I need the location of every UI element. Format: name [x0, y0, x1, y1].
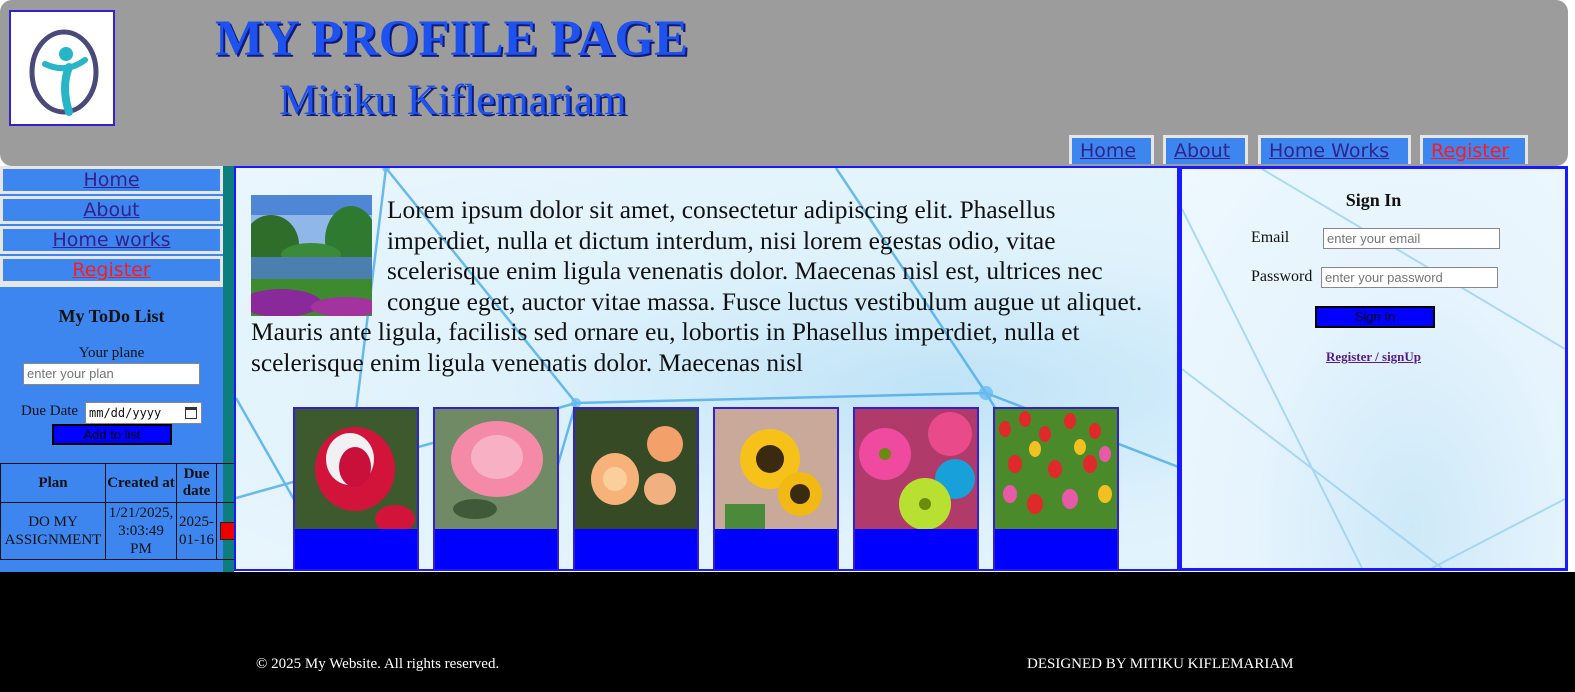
page-subtitle: Mitiku Kiflemariam	[279, 77, 627, 124]
password-label: Password	[1251, 268, 1313, 285]
calendar-icon[interactable]	[185, 407, 197, 419]
sidebar-item-home[interactable]: Home	[0, 166, 223, 194]
copyright-text: © 2025 My Website. All rights reserved.	[256, 656, 500, 672]
sidebar-item-homeworks[interactable]: Home works	[0, 226, 223, 254]
signin-button[interactable]: Sign In	[1315, 306, 1435, 328]
gerbera-daisies-image	[855, 409, 977, 529]
signin-title: Sign In	[1345, 190, 1402, 210]
topnav-about-link[interactable]: About	[1163, 135, 1248, 164]
gallery-card-pink-rose	[433, 407, 559, 569]
main-content: Lorem ipsum dolor sit amet, consectetur …	[234, 166, 1179, 571]
red-rose-image	[295, 409, 417, 529]
lorem-text: Lorem ipsum dolor sit amet, consectetur …	[251, 196, 1143, 377]
cell-plan: DO MY ASSIGNMENT	[0, 502, 106, 560]
gallery-card-sunflowers	[713, 407, 839, 569]
pink-rose-image	[435, 409, 557, 529]
column-header-due: Due date	[176, 463, 217, 503]
table-header-row: Plan Created at Due date	[0, 463, 265, 503]
topnav-home-link[interactable]: Home	[1069, 135, 1154, 164]
page-header: MY PROFILE PAGE Mitiku Kiflemariam Home …	[0, 0, 1568, 166]
email-label: Email	[1251, 229, 1290, 246]
gallery-card-peach-roses	[573, 407, 699, 569]
table-row: DO MY ASSIGNMENT 1/21/2025, 3:03:49 PM 2…	[0, 502, 265, 560]
topnav-register-link[interactable]: Register	[1420, 135, 1528, 164]
due-date-input[interactable]: mm/dd/yyyy	[85, 402, 202, 424]
tulips-image	[995, 409, 1117, 529]
plan-input[interactable]: enter your plan	[23, 363, 200, 385]
sidebar-item-register[interactable]: Register	[0, 256, 223, 284]
column-header-plan: Plan	[0, 463, 106, 503]
person-logo-icon	[29, 29, 99, 116]
sidebar-item-about[interactable]: About	[0, 196, 223, 224]
cell-created: 1/21/2025, 3:03:49 PM	[105, 502, 177, 560]
due-date-value: mm/dd/yyyy	[89, 406, 162, 420]
due-date-label: Due Date	[21, 403, 79, 419]
topnav-homeworks-link[interactable]: Home Works	[1258, 135, 1411, 164]
todo-table: Plan Created at Due date DO MY ASSIGNMEN…	[0, 463, 265, 560]
gallery-card-red-rose	[293, 407, 419, 569]
todo-title: My ToDo List	[58, 306, 165, 326]
page-footer: © 2025 My Website. All rights reserved. …	[0, 572, 1575, 692]
signin-panel: Sign In Email enter your email Password …	[1179, 166, 1568, 571]
page-title: MY PROFILE PAGE	[215, 11, 689, 67]
gallery-card-tulips	[993, 407, 1119, 569]
plan-label: Your plane	[78, 345, 145, 361]
gallery-card-gerbera-daisies	[853, 407, 979, 569]
peach-roses-image	[575, 409, 697, 529]
add-to-list-button[interactable]: Add to list	[52, 424, 172, 445]
password-field[interactable]: enter your password	[1321, 267, 1498, 288]
logo	[9, 10, 115, 126]
landscape-image	[241, 195, 381, 317]
cell-due: 2025-01-16	[176, 502, 217, 560]
sunflowers-image	[715, 409, 837, 529]
sidebar-separator	[0, 284, 223, 287]
register-signup-link[interactable]: Register / signUp	[1182, 349, 1565, 365]
email-field[interactable]: enter your email	[1323, 228, 1500, 249]
designer-credit: DESIGNED BY MITIKU KIFLEMARIAM	[1027, 656, 1294, 672]
column-header-created: Created at	[105, 463, 177, 503]
intro-paragraph: Lorem ipsum dolor sit amet, consectetur …	[241, 195, 1161, 379]
